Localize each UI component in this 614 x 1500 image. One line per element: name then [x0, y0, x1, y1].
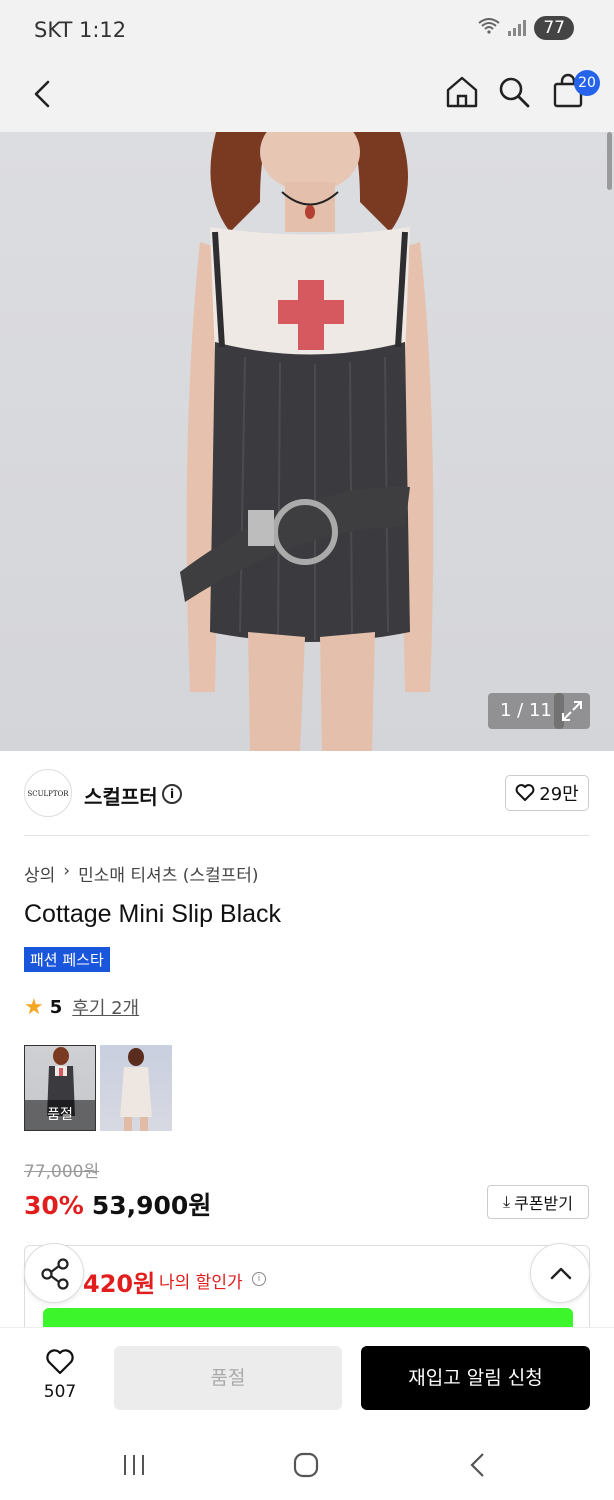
- heart-icon: [46, 1349, 74, 1375]
- brand-like-count: 29만: [539, 784, 579, 805]
- search-button[interactable]: [496, 74, 532, 110]
- brand-logo[interactable]: SCULPTOR: [24, 769, 72, 817]
- rating-score: 5: [49, 996, 63, 1018]
- image-counter: 1 / 11: [488, 693, 564, 729]
- recent-apps-button[interactable]: [119, 1451, 149, 1479]
- brand-name[interactable]: 스컬프터: [84, 781, 158, 810]
- discount-rate: 30%: [24, 1191, 84, 1220]
- option-thumbnails: 품절: [24, 1045, 172, 1131]
- my-price-label: 나의 할인가: [159, 1273, 243, 1293]
- star-icon: ★: [24, 994, 44, 1020]
- back-nav-button[interactable]: [463, 1451, 493, 1479]
- thumbnail-white[interactable]: [100, 1045, 172, 1131]
- model-photo: [180, 132, 434, 751]
- breadcrumb-category[interactable]: 상의: [24, 861, 55, 886]
- back-arrow-icon: [470, 1453, 484, 1477]
- promo-tag: 패션 페스타: [24, 947, 110, 972]
- share-button[interactable]: [24, 1243, 84, 1303]
- cart-button[interactable]: 20: [550, 70, 600, 112]
- thumbnail-image: [120, 1048, 152, 1131]
- status-time: SKT 1:12: [34, 18, 127, 42]
- chevron-up-icon: [550, 1267, 572, 1280]
- battery-indicator: 77: [534, 16, 574, 40]
- soldout-button[interactable]: 품절: [114, 1346, 342, 1410]
- top-header: 20: [0, 62, 614, 132]
- chevron-right-icon: ›: [63, 861, 71, 881]
- product-image[interactable]: 1 / 11: [0, 132, 614, 751]
- bottom-action-bar: 507 품절 재입고 알림 신청: [0, 1327, 614, 1429]
- reviews-link[interactable]: 후기 2개: [72, 994, 139, 1020]
- expand-icon: [562, 701, 582, 721]
- wishlist-count: 507: [43, 1382, 77, 1402]
- sale-price: 53,900원: [91, 1191, 212, 1220]
- share-icon: [41, 1258, 69, 1290]
- info-icon[interactable]: i: [252, 1272, 266, 1286]
- breadcrumb-subcategory[interactable]: 민소매 티셔츠 (스컬프터): [78, 861, 258, 886]
- recents-icon: [124, 1455, 144, 1475]
- original-price: 77,000원: [24, 1162, 100, 1182]
- rating-row: ★ 5 후기 2개: [24, 994, 139, 1020]
- home-icon: [446, 76, 478, 108]
- signal-icon: [508, 20, 527, 36]
- scroll-top-button[interactable]: [530, 1243, 590, 1303]
- home-nav-button[interactable]: [291, 1451, 321, 1479]
- coupon-button[interactable]: ⤓ 쿠폰받기: [487, 1185, 589, 1219]
- chevron-left-icon: [34, 80, 50, 108]
- home-button[interactable]: [444, 74, 480, 110]
- heart-icon: [515, 784, 535, 801]
- wishlist-button[interactable]: 507: [36, 1348, 84, 1408]
- brand-info-icon[interactable]: i: [162, 784, 182, 804]
- system-nav-bar: [0, 1429, 614, 1500]
- status-icons: 77: [478, 16, 574, 40]
- thumbnail-black[interactable]: 품절: [24, 1045, 96, 1131]
- status-bar: SKT 1:12 77: [0, 0, 614, 62]
- cart-count-badge: 20: [574, 70, 600, 96]
- restock-alert-button[interactable]: 재입고 알림 신청: [361, 1346, 590, 1410]
- brand-row: SCULPTOR 스컬프터 i 29만: [0, 751, 614, 835]
- expand-image-button[interactable]: [554, 693, 590, 729]
- search-icon: [499, 77, 530, 108]
- sale-price-row: 30% 53,900원: [24, 1186, 211, 1222]
- soldout-label: 품절: [25, 1100, 95, 1130]
- coupon-label: 쿠폰받기: [514, 1194, 573, 1213]
- back-button[interactable]: [28, 76, 60, 112]
- breadcrumb: 상의 › 민소매 티셔츠 (스컬프터): [24, 861, 259, 886]
- product-title: Cottage Mini Slip Black: [24, 900, 282, 928]
- my-price: 420원: [83, 1270, 156, 1298]
- scroll-indicator: [607, 132, 612, 190]
- divider: [24, 835, 590, 836]
- download-icon: ⤓: [503, 1192, 511, 1211]
- brand-logo-text: SCULPTOR: [27, 790, 69, 798]
- home-circle-icon: [293, 1452, 319, 1478]
- brand-like-button[interactable]: 29만: [505, 775, 589, 811]
- wifi-icon: [478, 18, 500, 38]
